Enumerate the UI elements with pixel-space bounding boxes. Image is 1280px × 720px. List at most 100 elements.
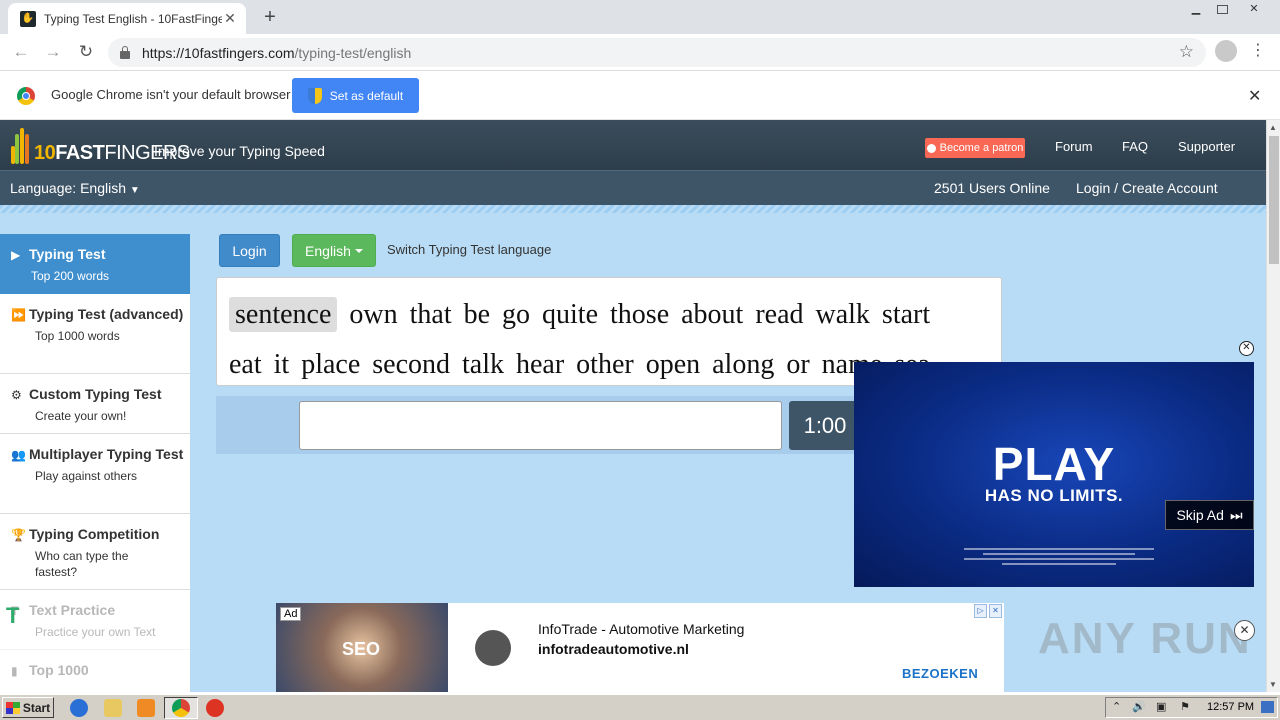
- ad-fine-print: [964, 548, 1154, 570]
- skip-ad-button[interactable]: Skip Ad ⏭: [1165, 500, 1254, 530]
- sidebar-item-label: Typing Competition: [29, 526, 160, 542]
- watermark-close-icon[interactable]: ✕: [1234, 620, 1255, 641]
- patron-label: Become a patron: [939, 142, 1024, 154]
- fast-forward-icon: ⏩: [11, 308, 26, 322]
- seo-text: SEO: [342, 639, 381, 659]
- hand-logo-icon: [10, 126, 32, 164]
- chrome-menu-icon[interactable]: ⋮: [1250, 40, 1266, 62]
- sidebar-item-typing-test[interactable]: ▶ Typing Test Top 200 words: [0, 234, 190, 294]
- site-favicon-icon: ✋: [20, 10, 36, 27]
- login-create-account-link[interactable]: Login / Create Account: [1076, 180, 1218, 196]
- language-dropdown[interactable]: Language: English ▼: [10, 180, 140, 196]
- tab-title: Typing Test English - 10FastFingers.com: [44, 11, 222, 26]
- back-icon[interactable]: ←: [9, 40, 33, 64]
- bookmark-star-icon[interactable]: ☆: [1179, 42, 1194, 62]
- video-ad[interactable]: PLAY HAS NO LIMITS. Skip Ad ⏭: [854, 362, 1254, 587]
- sidebar-item-multiplayer[interactable]: 👥 Multiplayer Typing Test Play against ot…: [0, 434, 190, 514]
- chrome-logo-icon: [17, 87, 35, 105]
- video-ad-close-icon[interactable]: ✕: [1239, 341, 1254, 356]
- sidebar-item-top-1000[interactable]: ▮ Top 1000: [0, 650, 190, 692]
- default-browser-infobar: Google Chrome isn't your default browser…: [0, 71, 1280, 120]
- address-toolbar: ← → ↻ https://10fastfingers.com/typing-t…: [0, 34, 1280, 71]
- ad-badge: Ad: [280, 607, 302, 621]
- page-scrollbar[interactable]: ▲ ▼: [1266, 120, 1280, 692]
- decorative-stripe: [0, 205, 1266, 213]
- sidebar-item-typing-test-advanced[interactable]: ⏩ Typing Test (advanced) Top 1000 words: [0, 294, 190, 374]
- sidebar-item-label: Custom Typing Test: [29, 386, 162, 402]
- network-icon[interactable]: ▣: [1156, 700, 1166, 713]
- words-line-1: own that be go quite those about read wa…: [349, 299, 931, 330]
- ad-title: PLAY: [992, 438, 1116, 490]
- sidebar-item-label: Top 1000: [29, 662, 89, 678]
- browser-tab[interactable]: ✋ Typing Test English - 10FastFingers.co…: [8, 3, 246, 34]
- words-line-2: eat it place second talk hear other open…: [229, 349, 931, 380]
- flag-icon[interactable]: ⚑: [1180, 700, 1190, 713]
- scroll-down-icon[interactable]: ▼: [1269, 680, 1277, 689]
- play-icon: ▶: [11, 248, 21, 262]
- users-online: 2501 Users Online: [934, 180, 1050, 196]
- folder-icon[interactable]: [104, 699, 122, 717]
- profile-avatar-icon[interactable]: [1215, 40, 1237, 62]
- banner-ad-title[interactable]: InfoTrade - Automotive Marketing: [538, 621, 744, 637]
- banner-ad-image: Ad SEO: [276, 603, 448, 692]
- browser-tabbar: ✋ Typing Test English - 10FastFingers.co…: [0, 0, 1280, 34]
- new-tab-button[interactable]: +: [258, 5, 282, 29]
- start-button[interactable]: Start: [2, 697, 54, 718]
- forward-icon[interactable]: →: [41, 40, 65, 64]
- nav-faq[interactable]: FAQ: [1122, 139, 1148, 154]
- banner-ad-cta[interactable]: BEZOEKEN: [902, 666, 978, 681]
- bars-icon: ▮: [11, 664, 18, 678]
- nav-supporter[interactable]: Supporter: [1178, 139, 1235, 154]
- banner-ad-domain[interactable]: infotradeautomotive.nl: [538, 641, 689, 657]
- adchoices-icon[interactable]: ▷ ✕: [974, 604, 1002, 618]
- window-close-icon[interactable]: ✕: [1241, 0, 1267, 18]
- ie-icon[interactable]: [70, 699, 88, 717]
- sidebar-item-text-practice[interactable]: T Text Practice Practice your own Text: [0, 590, 190, 650]
- set-default-button[interactable]: Set as default: [292, 78, 419, 113]
- tab-close-icon[interactable]: ✕: [222, 10, 238, 27]
- set-default-label: Set as default: [329, 88, 404, 103]
- typing-input[interactable]: [299, 401, 782, 450]
- stop-icon[interactable]: [206, 699, 224, 717]
- infobar-message: Google Chrome isn't your default browser: [51, 87, 291, 102]
- language-switch-button[interactable]: English: [292, 234, 376, 267]
- scroll-thumb[interactable]: [1269, 136, 1279, 264]
- start-label: Start: [22, 700, 51, 715]
- users-icon: 👥: [11, 448, 26, 462]
- sidebar-item-custom-typing-test[interactable]: ⚙ Custom Typing Test Create your own!: [0, 374, 190, 434]
- minimize-icon[interactable]: ▁: [1183, 0, 1209, 18]
- uac-shield-icon: [307, 87, 322, 104]
- become-patron-button[interactable]: Become a patron: [925, 138, 1025, 158]
- language-switch-label: English: [305, 242, 351, 259]
- sidebar-item-label: Multiplayer Typing Test: [29, 446, 184, 462]
- tray-arrow-icon[interactable]: ⌃: [1112, 700, 1121, 713]
- banner-ad[interactable]: Ad SEO InfoTrade - Automotive Marketing …: [276, 603, 1004, 692]
- cogs-icon: ⚙: [11, 388, 22, 402]
- media-player-icon[interactable]: [137, 699, 155, 717]
- current-word: sentence: [229, 297, 338, 332]
- reload-icon[interactable]: ↻: [74, 40, 98, 64]
- skip-ad-label: Skip Ad: [1176, 507, 1224, 523]
- nav-forum[interactable]: Forum: [1055, 139, 1093, 154]
- caret-down-icon: [354, 248, 363, 253]
- url-bar[interactable]: https://10fastfingers.com/typing-test/en…: [108, 38, 1206, 67]
- restore-icon[interactable]: [1209, 0, 1235, 18]
- infobar-close-icon[interactable]: ✕: [1248, 86, 1261, 106]
- chrome-icon: [172, 699, 190, 717]
- clock: 12:57 PM: [1207, 701, 1255, 713]
- url-text: https://10fastfingers.com/typing-test/en…: [142, 44, 412, 61]
- volume-icon[interactable]: 🔊: [1132, 700, 1146, 713]
- windows-logo-icon: [5, 701, 20, 714]
- trophy-icon: 🏆: [11, 528, 26, 542]
- scroll-up-icon[interactable]: ▲: [1269, 123, 1277, 132]
- globe-icon: [475, 630, 511, 666]
- timer: 1:00: [789, 401, 861, 450]
- sidebar-item-typing-competition[interactable]: 🏆 Typing Competition Who can type the fas…: [0, 514, 190, 590]
- site-subheader: Language: English ▼ 2501 Users Online Lo…: [0, 170, 1266, 205]
- lock-icon: [120, 45, 130, 59]
- sidebar-item-label: Typing Test: [29, 246, 106, 262]
- sidebar-item-sub: Practice your own Text: [35, 625, 156, 639]
- desktop-icon[interactable]: [1261, 701, 1274, 713]
- sidebar-item-sub: Top 200 words: [31, 269, 110, 283]
- login-button[interactable]: Login: [219, 234, 280, 267]
